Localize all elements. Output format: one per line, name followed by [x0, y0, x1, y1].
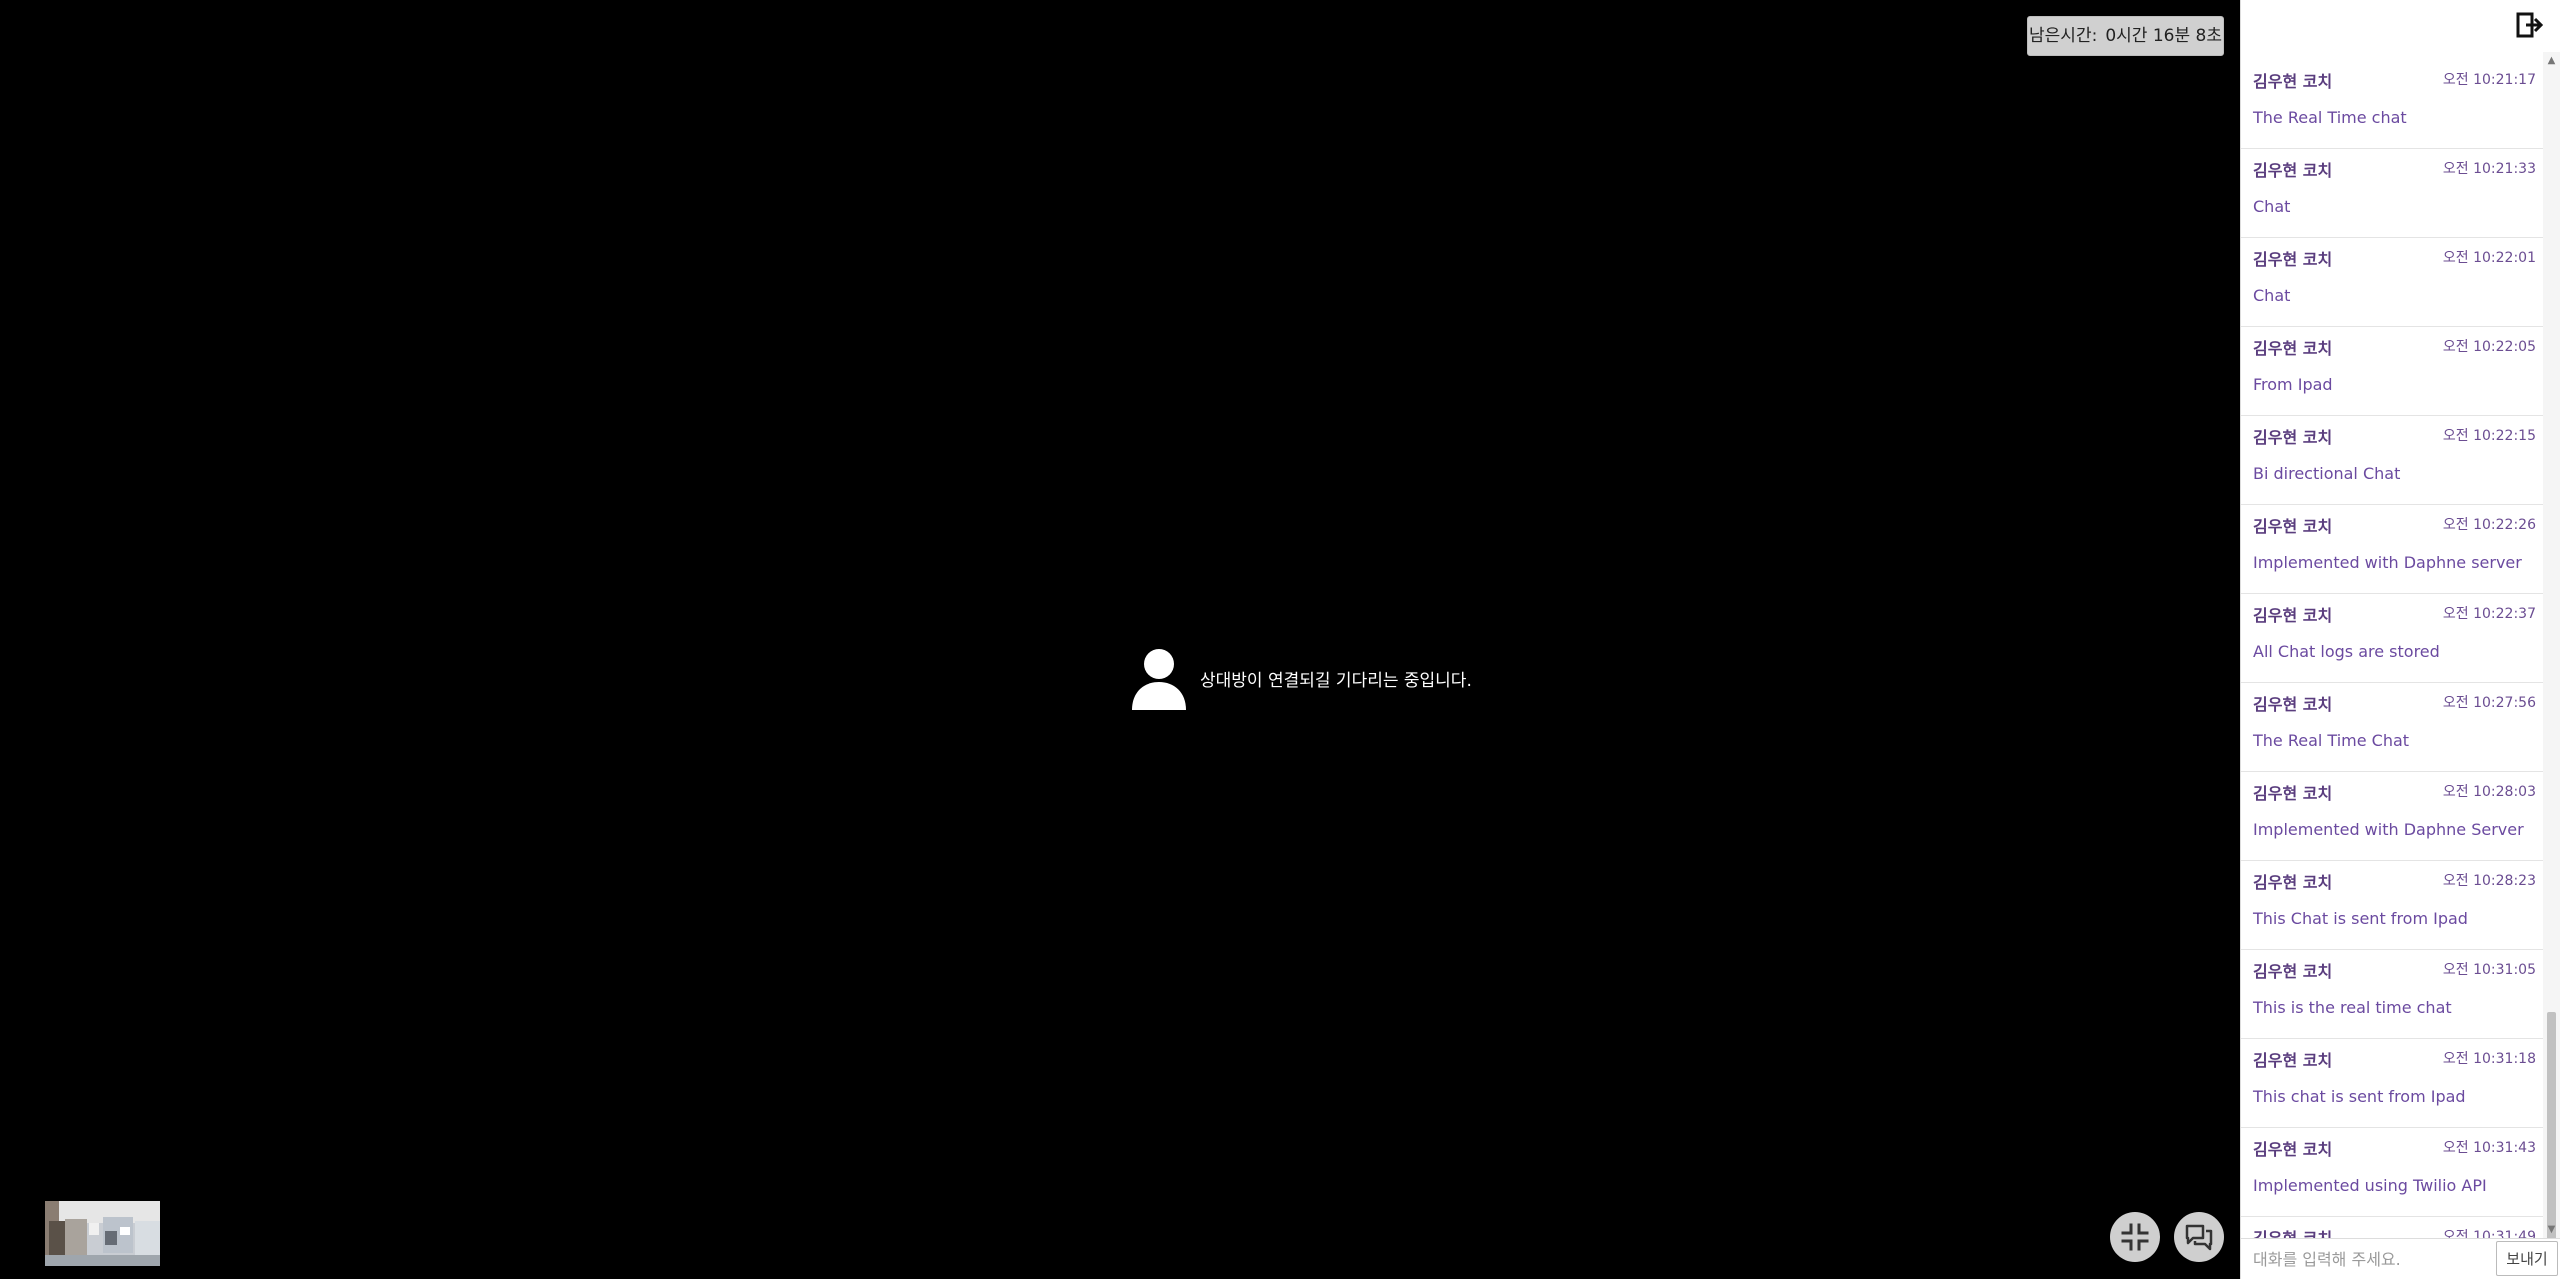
- message-author: 김우현 코치: [2253, 250, 2333, 269]
- message-author: 김우현 코치: [2253, 72, 2333, 91]
- message-time: 오전 10:21:17: [2442, 72, 2536, 88]
- chat-message: 김우현 코치 오전 10:28:03 Implemented with Daph…: [2241, 772, 2544, 861]
- message-text: From Ipad: [2253, 375, 2333, 394]
- logout-icon: [2516, 12, 2544, 38]
- waiting-indicator: 상대방이 연결되길 기다리는 중입니다.: [1130, 648, 1472, 710]
- chat-bubbles-icon: [2185, 1224, 2213, 1251]
- message-author: 김우현 코치: [2253, 695, 2333, 714]
- message-author: 김우현 코치: [2253, 161, 2333, 180]
- message-text: Implemented using Twilio API: [2253, 1176, 2487, 1195]
- chat-message: 김우현 코치 오전 10:27:56 The Real Time Chat: [2241, 683, 2544, 772]
- chat-message: 김우현 코치 오전 10:22:37 All Chat logs are sto…: [2241, 594, 2544, 683]
- message-time: 오전 10:28:23: [2442, 873, 2536, 889]
- chat-message: 김우현 코치 오전 10:28:23 This Chat is sent fro…: [2241, 861, 2544, 950]
- message-author: 김우현 코치: [2253, 962, 2333, 981]
- chat-message: 김우현 코치 오전 10:21:33 Chat: [2241, 149, 2544, 238]
- message-text: Implemented with Daphne server: [2253, 553, 2522, 572]
- message-author: 김우현 코치: [2253, 428, 2333, 447]
- person-icon: [1132, 649, 1186, 710]
- message-time: 오전 10:31:05: [2442, 962, 2536, 978]
- chat-message: 김우현 코치 오전 10:31:43 Implemented using Twi…: [2241, 1128, 2544, 1217]
- message-time: 오전 10:31:18: [2442, 1051, 2536, 1067]
- message-time: 오전 10:22:01: [2442, 250, 2536, 266]
- message-text: This chat is sent from Ipad: [2253, 1087, 2466, 1106]
- exit-fullscreen-button[interactable]: [2110, 1212, 2160, 1262]
- message-author: 김우현 코치: [2253, 1140, 2333, 1159]
- message-text: Chat: [2253, 286, 2291, 305]
- message-text: This is the real time chat: [2253, 998, 2452, 1017]
- message-author: 김우현 코치: [2253, 873, 2333, 892]
- chat-toggle-button[interactable]: [2174, 1212, 2224, 1262]
- message-time: 오전 10:22:26: [2442, 517, 2536, 533]
- remaining-time-value: 0시간 16분 8초: [2105, 26, 2222, 46]
- chat-message: 김우현 코치 오전 10:31:05 This is the real time…: [2241, 950, 2544, 1039]
- send-button[interactable]: 보내기: [2496, 1241, 2558, 1276]
- message-text: Chat: [2253, 197, 2291, 216]
- chat-message: 김우현 코치 오전 10:22:26 Implemented with Daph…: [2241, 505, 2544, 594]
- chat-message: 김우현 코치 오전 10:22:01 Chat: [2241, 238, 2544, 327]
- message-time: 오전 10:22:05: [2442, 339, 2536, 355]
- scroll-up-arrow-icon[interactable]: ▲: [2543, 52, 2560, 69]
- message-time: 오전 10:27:56: [2442, 695, 2536, 711]
- message-text: The Real Time Chat: [2253, 731, 2410, 750]
- chat-message: 김우현 코치 오전 10:21:17 The Real Time chat: [2241, 60, 2544, 149]
- remaining-time-label: 남은시간:: [2029, 26, 2098, 46]
- message-text: This Chat is sent from Ipad: [2253, 909, 2468, 928]
- chat-message-list: 김우현 코치 오전 10:21:17 The Real Time chat 김우…: [2241, 60, 2544, 1238]
- message-time: 오전 10:22:37: [2442, 606, 2536, 622]
- message-author: 김우현 코치: [2253, 784, 2333, 803]
- message-time: 오전 10:31:49: [2442, 1229, 2536, 1238]
- chat-message: 김우현 코치 오전 10:31:49: [2241, 1217, 2544, 1238]
- message-author: 김우현 코치: [2253, 1225, 2332, 1238]
- message-text: Implemented with Daphne Server: [2253, 820, 2524, 839]
- message-time: 오전 10:22:15: [2442, 428, 2536, 444]
- chat-message: 김우현 코치 오전 10:31:18 This chat is sent fro…: [2241, 1039, 2544, 1128]
- video-stage: 남은시간: 0시간 16분 8초 상대방이 연결되길 기다리는 중입니다.: [0, 0, 2240, 1279]
- message-author: 김우현 코치: [2253, 1051, 2333, 1070]
- chat-message-input[interactable]: [2245, 1242, 2491, 1276]
- chat-header: [2241, 0, 2560, 52]
- chat-input-bar: 보내기: [2241, 1238, 2560, 1279]
- exit-fullscreen-icon: [2121, 1223, 2149, 1251]
- waiting-message: 상대방이 연결되길 기다리는 중입니다.: [1200, 670, 1472, 691]
- message-time: 오전 10:31:43: [2442, 1140, 2536, 1156]
- self-video-preview[interactable]: [45, 1201, 160, 1266]
- message-time: 오전 10:21:33: [2442, 161, 2536, 177]
- chat-message: 김우현 코치 오전 10:22:05 From Ipad: [2241, 327, 2544, 416]
- self-video-image: [45, 1201, 160, 1266]
- chat-message: 김우현 코치 오전 10:22:15 Bi directional Chat: [2241, 416, 2544, 505]
- scrollbar-thumb[interactable]: [2547, 1012, 2556, 1242]
- message-text: Bi directional Chat: [2253, 464, 2401, 483]
- chat-panel: 김우현 코치 오전 10:21:17 The Real Time chat 김우…: [2240, 0, 2560, 1279]
- chat-scrollbar[interactable]: ▲ ▼: [2543, 52, 2560, 1242]
- message-text: The Real Time chat: [2253, 108, 2407, 127]
- message-author: 김우현 코치: [2253, 517, 2333, 536]
- remaining-time-badge: 남은시간: 0시간 16분 8초: [2027, 16, 2224, 56]
- message-author: 김우현 코치: [2253, 606, 2333, 625]
- message-author: 김우현 코치: [2253, 339, 2333, 358]
- chat-message-area[interactable]: 김우현 코치 오전 10:21:17 The Real Time chat 김우…: [2241, 52, 2560, 1238]
- message-time: 오전 10:28:03: [2442, 784, 2536, 800]
- exit-room-button[interactable]: [2515, 10, 2545, 40]
- scroll-down-arrow-icon[interactable]: ▼: [2543, 1221, 2560, 1238]
- message-text: All Chat logs are stored: [2253, 642, 2440, 661]
